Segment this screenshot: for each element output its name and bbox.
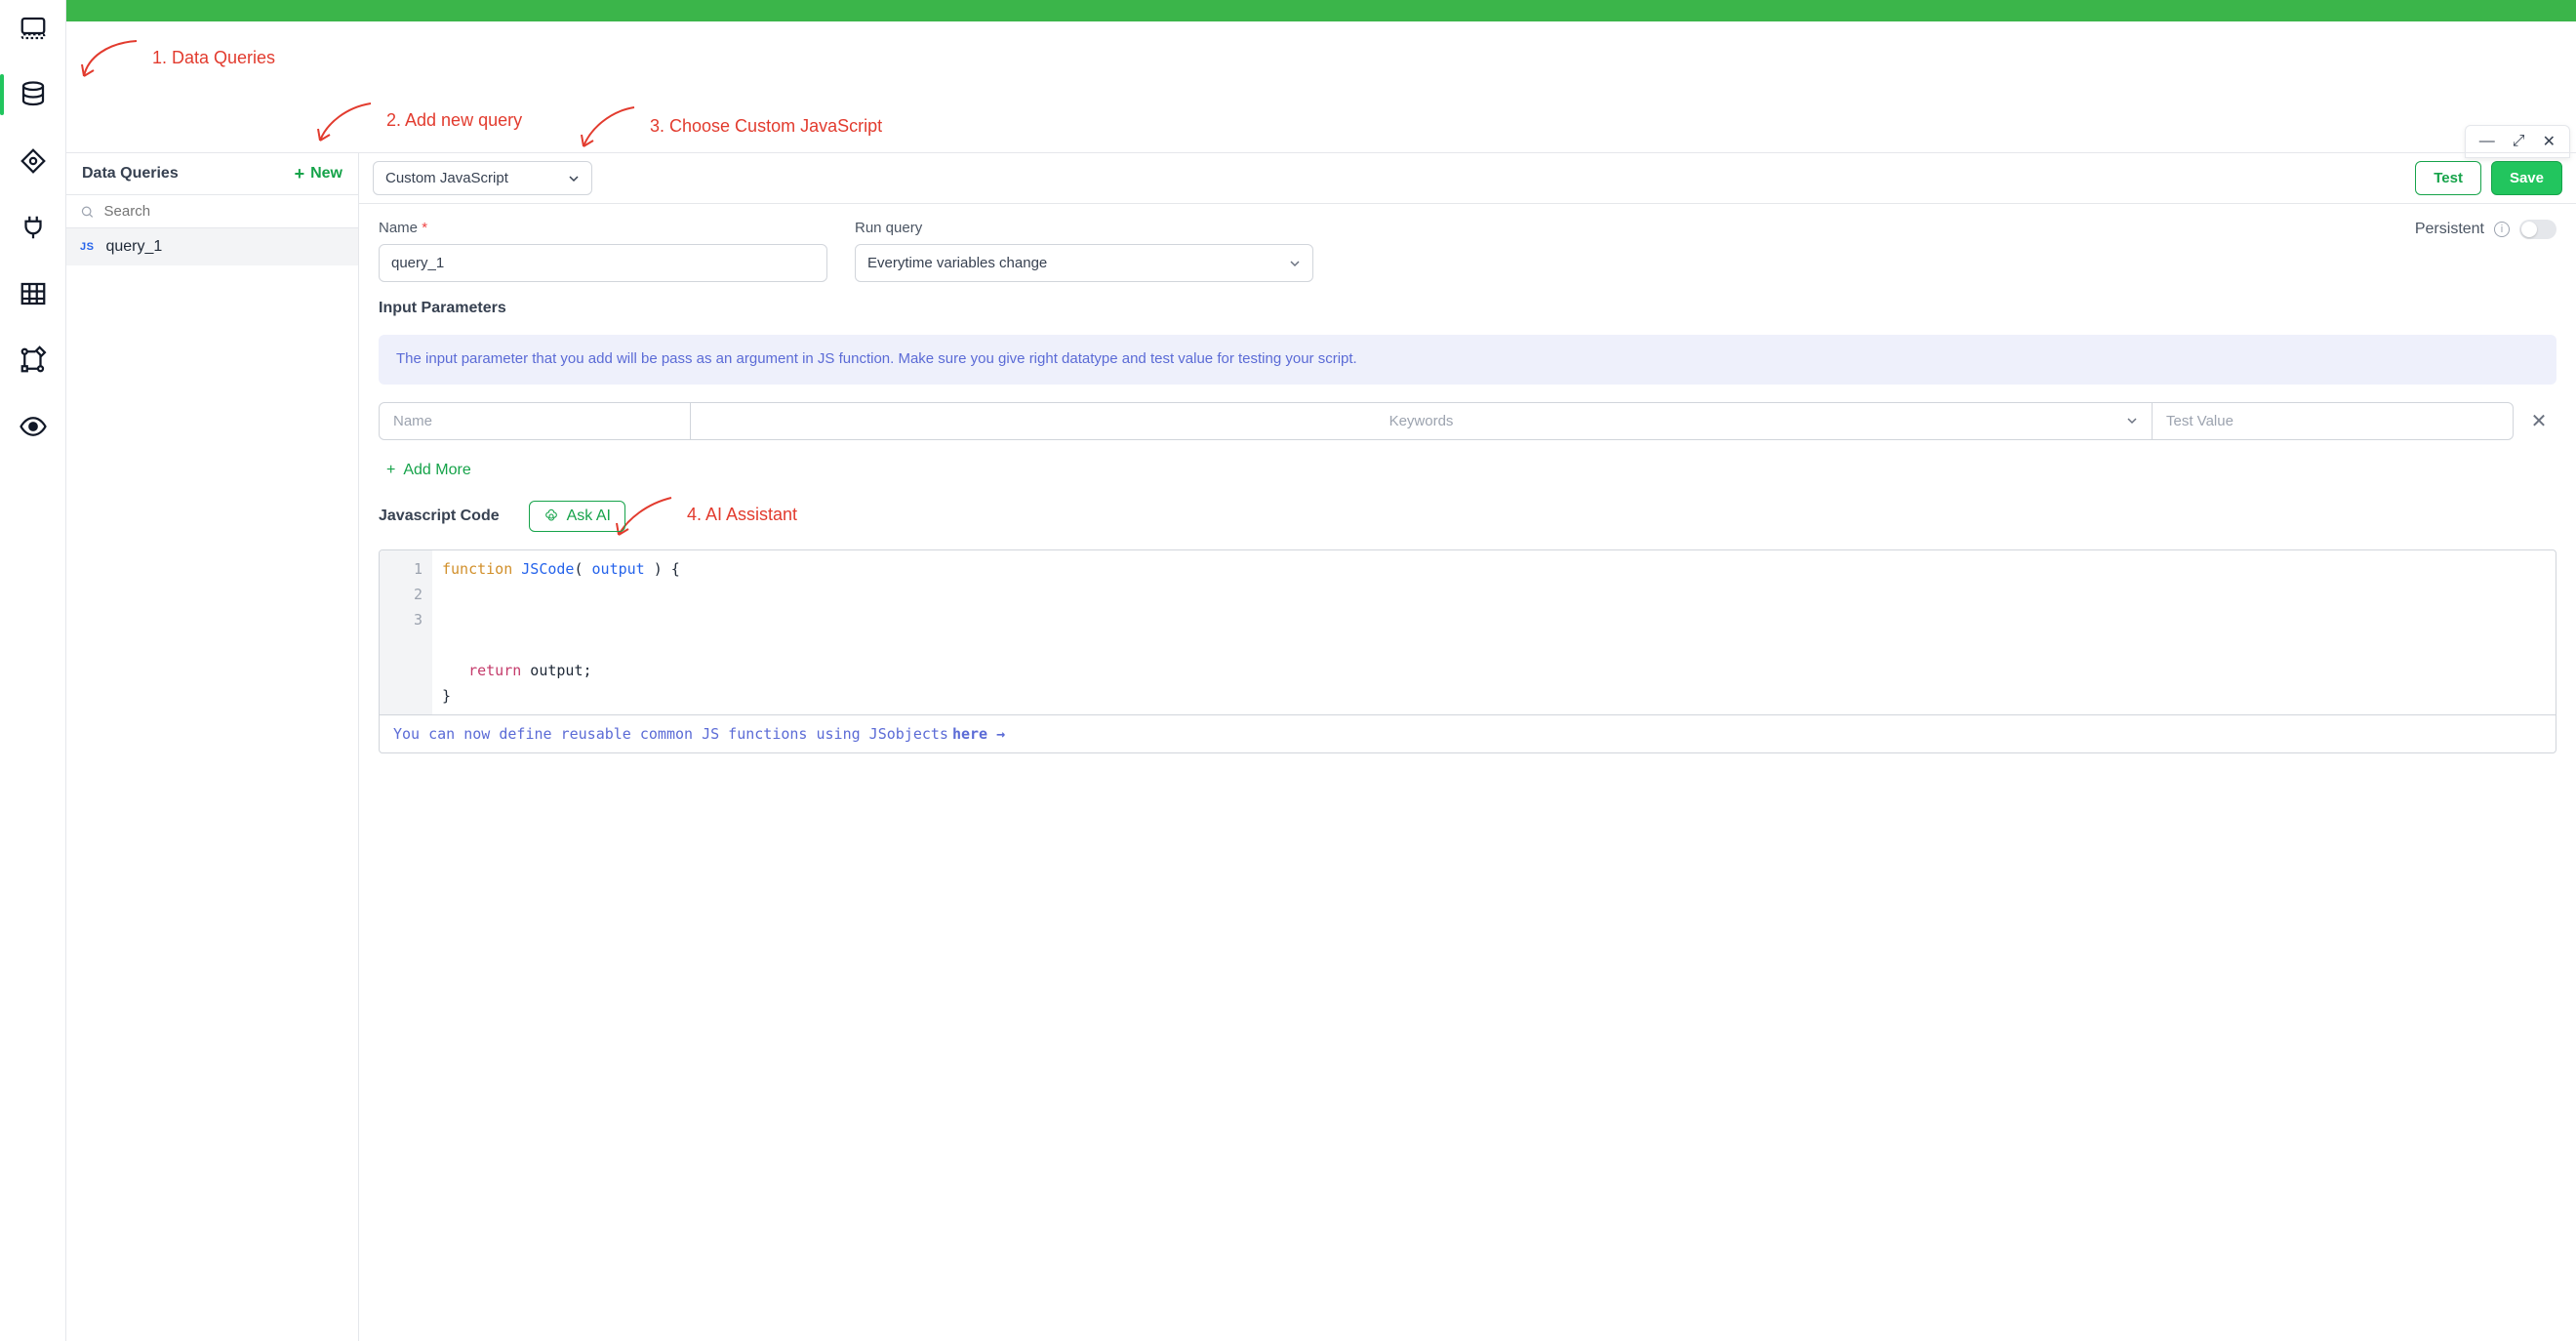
code-gutter: 123 — [380, 550, 432, 714]
query-item-name: query_1 — [105, 238, 162, 256]
expand-icon[interactable]: ⤢ — [2513, 133, 2525, 150]
js-badge: JS — [80, 241, 94, 253]
add-query-button[interactable]: + New — [295, 165, 342, 183]
param-delete-button[interactable]: ✕ — [2521, 402, 2556, 440]
persistent-toggle[interactable] — [2519, 220, 2556, 239]
persistent-field: Persistent i — [2415, 220, 2556, 239]
rail-data-queries[interactable] — [0, 72, 66, 117]
query-list-item[interactable]: JS query_1 — [66, 228, 358, 265]
editor-actions: Test Save — [2415, 161, 2562, 195]
rail-preview[interactable] — [0, 404, 66, 449]
top-accent-bar — [66, 0, 2576, 21]
run-query-label: Run query — [855, 220, 1313, 236]
jsobjects-link[interactable]: here → — [952, 725, 1005, 743]
ask-ai-button[interactable]: Ask AI — [529, 501, 625, 532]
test-button[interactable]: Test — [2415, 161, 2481, 195]
annotation-3: 3. Choose Custom JavaScript — [576, 102, 882, 150]
app-root: — ⤢ ✕ 1. Data Queries 2. Add new query 3… — [0, 0, 2576, 1341]
eye-icon — [19, 412, 48, 441]
plug-icon — [19, 213, 48, 242]
run-query-select[interactable]: Everytime variables change — [855, 244, 1313, 282]
chevron-down-icon — [2126, 415, 2138, 427]
code-footer: You can now define reusable common JS fu… — [380, 714, 2556, 752]
input-params-notice: The input parameter that you add will be… — [379, 335, 2556, 385]
add-query-label: New — [310, 165, 342, 183]
code-text[interactable]: function JSCode( output ) { return outpu… — [432, 550, 2556, 714]
param-keyword-select[interactable]: Keywords — [691, 402, 2153, 440]
ask-ai-label: Ask AI — [567, 508, 611, 525]
datasource-select[interactable]: Custom JavaScript — [373, 161, 592, 195]
param-row: Name Keywords Test Value ✕ — [379, 402, 2556, 440]
add-more-button[interactable]: + Add More — [379, 458, 2556, 483]
database-icon — [19, 80, 48, 109]
add-more-label: Add More — [403, 462, 470, 479]
monitor-icon — [19, 14, 48, 43]
annotation-2: 2. Add new query — [312, 96, 522, 144]
name-input[interactable] — [379, 244, 827, 282]
search-icon — [80, 204, 95, 220]
rail-plugins[interactable] — [0, 205, 66, 250]
persistent-label: Persistent — [2415, 221, 2484, 238]
run-query-value: Everytime variables change — [867, 255, 1047, 271]
left-icon-rail — [0, 0, 66, 1341]
ai-icon — [543, 508, 559, 524]
run-query-field: Run query Everytime variables change — [855, 220, 1313, 282]
close-icon[interactable]: ✕ — [2543, 132, 2556, 151]
code-section-header: Javascript Code Ask AI — [379, 501, 2556, 532]
editor-toolbar: Custom JavaScript Test Save — [359, 153, 2576, 204]
query-list: JS query_1 — [66, 228, 358, 1341]
plus-icon: + — [295, 165, 305, 183]
workflow-icon — [19, 345, 48, 375]
param-name-input[interactable]: Name — [379, 402, 691, 440]
table-icon — [19, 279, 48, 308]
code-editor[interactable]: 123 function JSCode( output ) { return o… — [379, 549, 2556, 753]
name-field: Name * — [379, 220, 827, 282]
rail-tables[interactable] — [0, 271, 66, 316]
chevron-down-icon — [568, 173, 580, 184]
annotation-1: 1. Data Queries — [78, 33, 275, 82]
param-test-value-input[interactable]: Test Value — [2153, 402, 2514, 440]
query-search[interactable] — [66, 195, 358, 228]
input-params-title: Input Parameters — [379, 300, 2556, 317]
js-code-label: Javascript Code — [379, 508, 500, 525]
minimize-icon[interactable]: — — [2479, 133, 2495, 150]
chevron-down-icon — [1289, 258, 1301, 269]
query-search-input[interactable] — [104, 203, 344, 220]
rail-workflow[interactable] — [0, 338, 66, 383]
eye-diamond-icon — [19, 146, 48, 176]
name-label: Name * — [379, 220, 827, 236]
info-icon[interactable]: i — [2494, 222, 2510, 237]
editor-form: Name * Run query Everytime variables cha… — [359, 204, 2576, 753]
rail-watch[interactable] — [0, 139, 66, 183]
query-editor: Custom JavaScript Test Save Name * Run q… — [359, 152, 2576, 1341]
query-sidebar-header: Data Queries + New — [66, 153, 358, 195]
query-sidebar-title: Data Queries — [82, 165, 179, 183]
rail-ui-builder[interactable] — [0, 6, 66, 51]
datasource-value: Custom JavaScript — [385, 170, 508, 186]
save-button[interactable]: Save — [2491, 161, 2562, 195]
query-sidebar: Data Queries + New JS query_1 — [66, 152, 359, 1341]
plus-icon: + — [386, 462, 395, 479]
